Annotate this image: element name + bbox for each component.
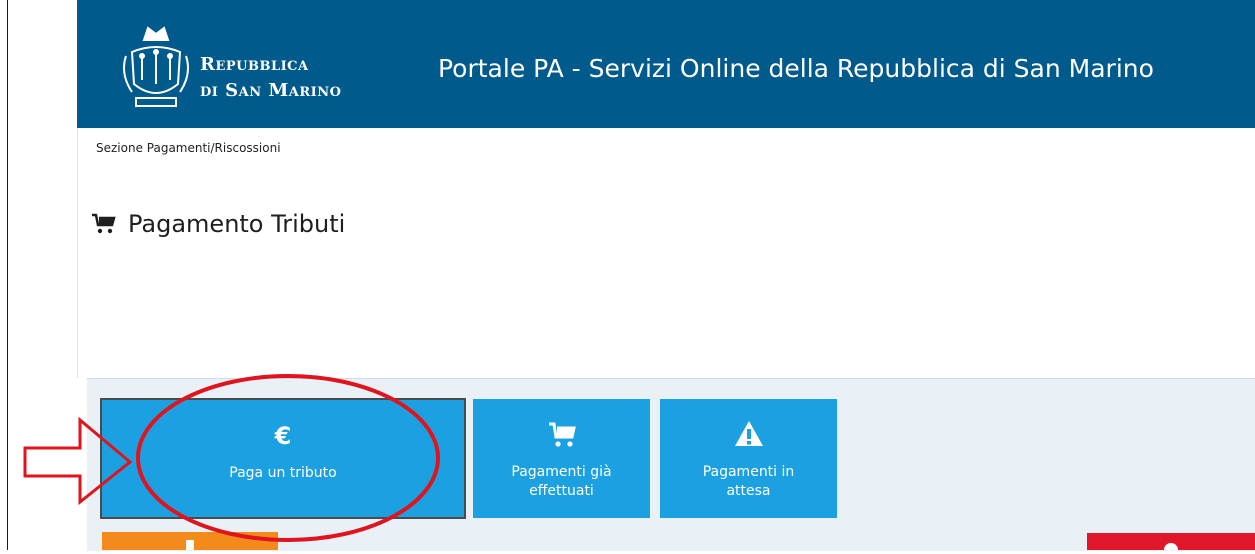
cart-icon	[548, 422, 576, 447]
page-title: Pagamento Tributi	[92, 210, 345, 238]
red-tile-partial[interactable]	[1087, 533, 1255, 554]
pay-tribute-button[interactable]: € Paga un tributo	[100, 398, 466, 519]
page-title-text: Pagamento Tributi	[128, 210, 346, 238]
content-divider	[77, 128, 78, 378]
header-title: Portale PA - Servizi Online della Repubb…	[438, 54, 1154, 83]
logo-line-1: Repubblica	[200, 54, 309, 75]
payments-pending-label-line1: Pagamenti in	[702, 464, 795, 480]
window-border	[7, 0, 8, 550]
euro-icon: €	[274, 422, 292, 450]
payments-pending-label-line2: attesa	[726, 483, 771, 499]
partial-icon	[1164, 543, 1178, 554]
svg-text:€: €	[274, 422, 292, 450]
partial-icon	[186, 540, 194, 550]
payments-done-label: Pagamenti già effettuati	[511, 463, 611, 501]
warning-icon	[734, 421, 763, 446]
orange-tile-partial[interactable]	[102, 532, 278, 550]
pay-tribute-label: Paga un tributo	[229, 465, 337, 481]
payments-done-label-line1: Pagamenti già	[511, 464, 612, 480]
coat-of-arms-logo[interactable]	[118, 22, 194, 116]
payments-pending-button[interactable]: Pagamenti in attesa	[660, 399, 837, 518]
cart-icon	[92, 213, 116, 234]
payments-done-label-line2: effettuati	[529, 483, 594, 499]
payments-done-button[interactable]: Pagamenti già effettuati	[473, 399, 650, 518]
payments-pending-label: Pagamenti in attesa	[703, 463, 795, 501]
breadcrumb[interactable]: Sezione Pagamenti/Riscossioni	[96, 141, 281, 155]
logo-line-2: di San Marino	[200, 80, 342, 101]
logo-text[interactable]: Repubblica di San Marino	[200, 52, 341, 104]
